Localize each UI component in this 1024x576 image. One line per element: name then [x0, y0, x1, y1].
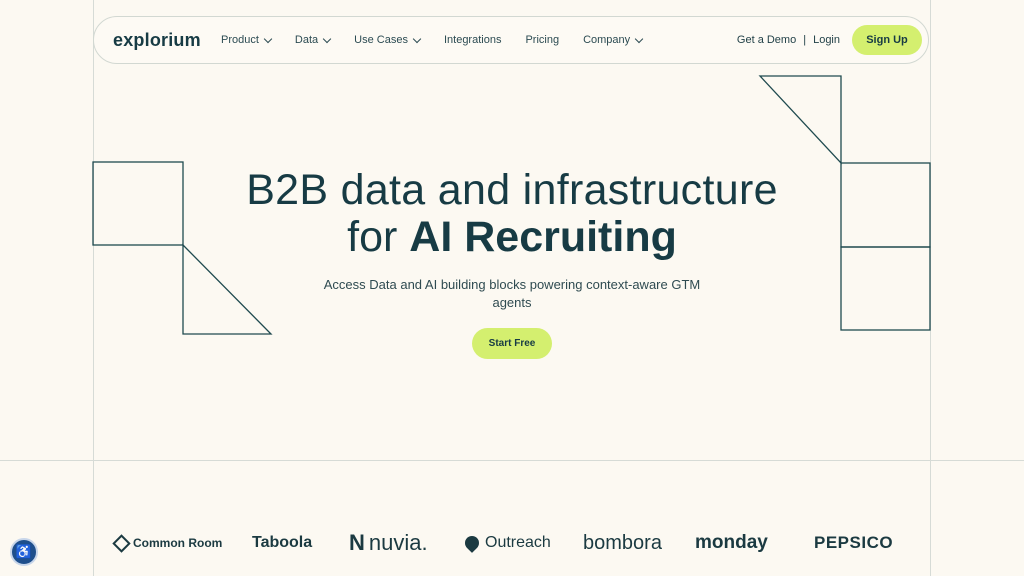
logo-common-room: Common Room — [112, 526, 223, 560]
chevron-down-icon — [322, 34, 332, 43]
hero-heading-line1: B2B data and infrastructure — [246, 166, 778, 214]
nav-pricing[interactable]: Pricing — [525, 34, 559, 46]
sign-up-button[interactable]: Sign Up — [852, 25, 922, 55]
nav-company-label: Company — [583, 34, 631, 46]
common-room-icon — [112, 533, 131, 553]
chevron-down-icon — [263, 34, 273, 43]
nuvia-icon: N — [349, 530, 365, 555]
logo-common-room-text: Common Room — [133, 536, 223, 550]
nav-use-cases-label: Use Cases — [354, 34, 408, 46]
nav-data-label: Data — [294, 34, 319, 46]
logo-monday: monday — [695, 532, 768, 553]
nav-data[interactable]: Data — [294, 34, 332, 46]
hero-heading-highlight: AI Recruiting — [409, 213, 677, 261]
logo-outreach-text: Outreach — [485, 534, 551, 551]
header-links: Get a Demo | Login — [737, 17, 840, 63]
logo-nuvia: Nnuvia. — [349, 526, 428, 560]
get-demo-link[interactable]: Get a Demo — [737, 34, 796, 46]
nav-product[interactable]: Product — [221, 34, 273, 46]
accessibility-icon[interactable]: ♿ — [10, 538, 38, 566]
main-menu: Product Data Use Cases Integrations Pric… — [221, 17, 666, 63]
logo-nuvia-text: nuvia. — [368, 530, 428, 555]
link-separator: | — [803, 34, 807, 46]
start-free-button[interactable]: Start Free — [472, 328, 552, 359]
nav-pricing-label: Pricing — [525, 34, 560, 46]
chevron-down-icon — [412, 34, 422, 43]
chevron-down-icon — [634, 34, 644, 43]
login-link[interactable]: Login — [813, 34, 840, 46]
logo-outreach: Outreach — [462, 526, 551, 560]
outreach-icon — [462, 533, 482, 553]
explorium-logo[interactable]: explorium — [113, 30, 201, 51]
hero-heading-line2: for AI Recruiting — [0, 213, 1024, 262]
logo-pepsico: PEPSICO — [814, 533, 894, 552]
hero-subtitle: Access Data and AI building blocks power… — [323, 277, 701, 310]
nav-use-cases[interactable]: Use Cases — [354, 34, 422, 46]
logo-bombora: bombora — [583, 531, 662, 554]
nav-company[interactable]: Company — [583, 34, 644, 46]
nav-integrations-label: Integrations — [443, 34, 502, 46]
hero-heading-prefix: for — [347, 213, 410, 261]
customer-logos: Common Room Taboola Nnuvia. Outreach bom… — [93, 526, 929, 560]
logo-taboola: Taboola — [252, 534, 313, 551]
top-navbar: explorium Product Data Use Cases Integra… — [93, 16, 929, 64]
nav-integrations[interactable]: Integrations — [444, 34, 501, 46]
nav-product-label: Product — [221, 34, 259, 46]
